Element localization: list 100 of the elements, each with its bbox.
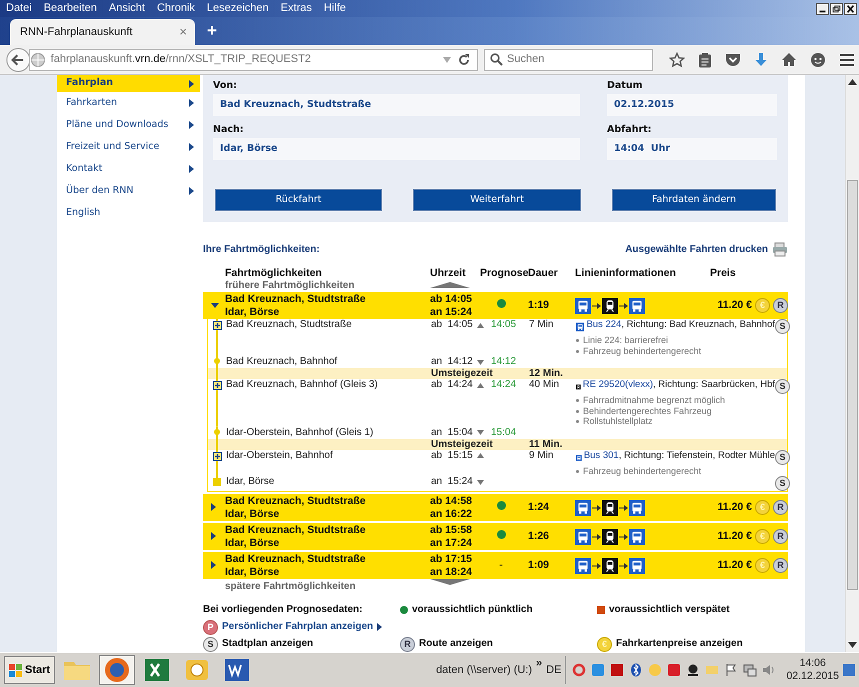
sidebar-item[interactable]: Freizeit und Service bbox=[57, 136, 200, 158]
expand-caret-icon[interactable] bbox=[211, 532, 216, 540]
trip-row[interactable]: Bad Kreuznach, Studtstraße Idar, Börse ab 14:58 an 16:22 1:24 11.20 € € R bbox=[203, 494, 788, 521]
scroll-up-icon[interactable] bbox=[848, 79, 857, 85]
address-field[interactable]: fahrplanauskunft.vrn.de/rnn/XSLT_TRIP_REQUEST2 bbox=[28, 48, 478, 70]
drive-label[interactable]: daten (\\server) (U:) bbox=[436, 662, 532, 678]
close-tab-button[interactable]: × bbox=[179, 22, 187, 42]
star-icon[interactable] bbox=[669, 52, 685, 68]
expand-stop-icon[interactable] bbox=[212, 452, 222, 460]
city-map-button[interactable]: S bbox=[203, 636, 218, 652]
reload-icon[interactable] bbox=[457, 52, 471, 66]
menu-item[interactable]: Hilfe bbox=[318, 1, 352, 16]
route-button[interactable]: R bbox=[400, 636, 415, 652]
trip-row[interactable]: Bad Kreuznach, Studtstraße Idar, Börse ab 14:05 an 15:24 1:19 11.20 € € R bbox=[203, 292, 788, 319]
bluetooth-icon[interactable] bbox=[629, 663, 644, 677]
close-icon[interactable] bbox=[844, 2, 857, 14]
menu-item[interactable]: Ansicht bbox=[102, 1, 151, 16]
browser-tab[interactable]: RNN-Fahrplanauskunft × bbox=[10, 19, 195, 45]
leg-duration: 7 Min bbox=[529, 319, 554, 332]
arrow-icon bbox=[592, 504, 601, 510]
trip-row[interactable]: Bad Kreuznach, Studtstraße Idar, Börse ab 17:15 an 18:24 - 1:09 11.20 € € R bbox=[203, 552, 788, 579]
sidebar-item[interactable]: Über den RNN bbox=[57, 180, 200, 202]
train-icon bbox=[602, 500, 618, 516]
printer-icon[interactable] bbox=[772, 242, 788, 257]
earlier-arrow-icon[interactable] bbox=[430, 282, 470, 288]
line-note: Fahrzeug behindertengerecht bbox=[576, 466, 775, 476]
minimize-icon[interactable] bbox=[816, 2, 829, 14]
shield-icon[interactable] bbox=[667, 663, 682, 677]
expand-stop-icon[interactable] bbox=[212, 321, 222, 330]
start-button[interactable]: Start bbox=[4, 656, 56, 684]
stop-time: ab 15:15 bbox=[431, 450, 473, 462]
route-button[interactable]: R bbox=[773, 558, 788, 573]
trip-row[interactable]: Bad Kreuznach, Studtstraße Idar, Börse ab 15:58 an 17:24 1:26 11.20 € € R bbox=[203, 523, 788, 550]
menu-item[interactable]: Chronik bbox=[150, 1, 201, 16]
restore-icon[interactable] bbox=[830, 2, 843, 14]
chat-icon[interactable] bbox=[810, 52, 826, 68]
form-button[interactable]: Rückfahrt bbox=[215, 189, 382, 211]
train-icon bbox=[602, 298, 618, 314]
earlier-link[interactable]: frühere Fahrtmöglichkeiten bbox=[225, 280, 354, 291]
later-link[interactable]: spätere Fahrtmöglichkeiten bbox=[225, 579, 430, 594]
line-link[interactable]: Bus 301 bbox=[584, 450, 619, 460]
flag-icon[interactable] bbox=[724, 663, 738, 677]
legend-label: Route anzeigen bbox=[419, 637, 493, 651]
menu-item[interactable]: Datei bbox=[0, 1, 38, 16]
pocket-icon[interactable] bbox=[725, 52, 741, 67]
expand-caret-icon[interactable] bbox=[211, 561, 216, 570]
menu-icon[interactable] bbox=[839, 52, 855, 66]
line-note: Fahrzeug behindertengerecht bbox=[576, 346, 775, 356]
caret-icon bbox=[189, 121, 194, 129]
line-link[interactable]: RE 29520(vlexx) bbox=[582, 379, 654, 390]
departure-time: ab 17:15 bbox=[430, 552, 474, 566]
later-arrow-icon[interactable] bbox=[430, 579, 470, 585]
arrow-icon bbox=[592, 534, 601, 540]
clipboard-icon[interactable] bbox=[698, 52, 712, 68]
network-icon[interactable] bbox=[743, 663, 758, 677]
leg-duration: 40 Min bbox=[529, 379, 560, 392]
collapse-caret-icon[interactable] bbox=[211, 302, 219, 308]
form-button[interactable]: Fahrdaten ändern bbox=[612, 189, 776, 211]
form-button[interactable]: Weiterfahrt bbox=[413, 189, 581, 211]
menu-item[interactable]: Extras bbox=[274, 1, 318, 16]
sidebar-item[interactable]: Fahrkarten bbox=[57, 92, 200, 114]
arrival-time: an 15:24 bbox=[430, 306, 474, 318]
sidebar-item[interactable]: Kontakt bbox=[57, 158, 200, 180]
transfer-label: Umsteigezeit bbox=[431, 368, 494, 379]
scroll-down-icon[interactable] bbox=[848, 642, 857, 648]
personal-timetable-link[interactable]: Persönlicher Fahrplan anzeigen bbox=[222, 619, 374, 635]
stop-time: ab 14:05 bbox=[431, 319, 473, 331]
route-button[interactable]: R bbox=[773, 500, 788, 515]
trip-duration: 1:09 bbox=[528, 559, 550, 572]
expand-caret-icon[interactable] bbox=[211, 503, 216, 512]
language-indicator[interactable]: DE bbox=[546, 662, 562, 678]
line-link[interactable]: Bus 224 bbox=[586, 319, 622, 330]
home-icon[interactable] bbox=[781, 52, 797, 67]
sidebar-item[interactable]: Fahrplan bbox=[57, 75, 200, 92]
column-header: Preis bbox=[709, 267, 737, 281]
arrow-icon bbox=[619, 562, 628, 568]
city-map-button[interactable]: S bbox=[775, 379, 790, 394]
download-icon[interactable] bbox=[754, 52, 768, 68]
search-field[interactable]: Suchen bbox=[484, 48, 653, 70]
stop-name: Idar, Börse bbox=[226, 476, 276, 489]
down-arrow-icon bbox=[476, 360, 484, 364]
city-map-button[interactable]: S bbox=[775, 319, 790, 334]
menu-item[interactable]: Bearbeiten bbox=[38, 1, 103, 16]
url-text[interactable]: fahrplanauskunft.vrn.de/rnn/XSLT_TRIP_REQUEST2 bbox=[50, 51, 437, 68]
sidebar-item[interactable]: English bbox=[57, 202, 200, 224]
city-map-button[interactable]: S bbox=[775, 476, 790, 491]
stop-time: ab 14:24 bbox=[431, 379, 473, 391]
pdf-icon[interactable] bbox=[610, 663, 624, 677]
city-map-button[interactable]: S bbox=[775, 450, 790, 464]
bus-icon bbox=[575, 528, 591, 544]
route-button[interactable]: R bbox=[773, 298, 788, 313]
sidebar-item[interactable]: Pläne und Downloads bbox=[57, 114, 200, 136]
overflow-button[interactable]: » bbox=[536, 655, 542, 672]
expand-stop-icon[interactable] bbox=[212, 381, 222, 390]
scrollbar[interactable] bbox=[845, 75, 859, 652]
line-note: Linie 224: barrierefrei bbox=[576, 335, 775, 346]
route-button[interactable]: R bbox=[773, 529, 788, 544]
new-tab-button[interactable]: + bbox=[199, 18, 225, 44]
print-link[interactable]: Ausgewählte Fahrten drucken bbox=[625, 242, 768, 257]
menu-item[interactable]: Lesezeichen bbox=[200, 1, 275, 16]
